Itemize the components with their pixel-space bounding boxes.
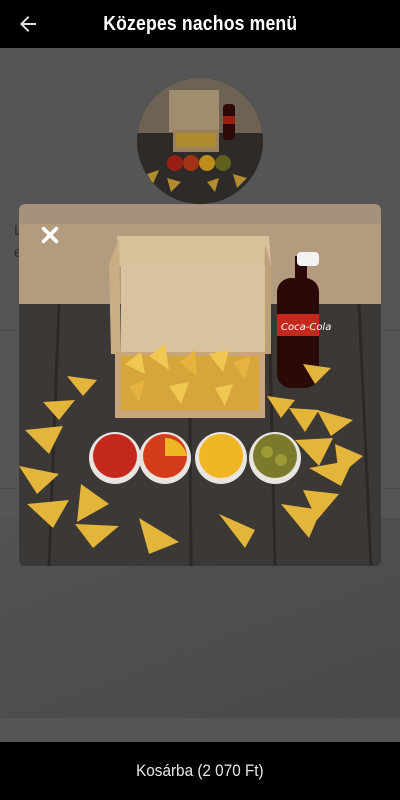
image-lightbox: Coca-Cola <box>19 204 381 566</box>
svg-text:Coca-Cola: Coca-Cola <box>281 322 331 333</box>
arrow-left-icon[interactable] <box>16 12 40 36</box>
add-to-cart-label: Kosárba (2 070 Ft) <box>136 761 264 780</box>
app-header: Közepes nachos menü <box>0 0 400 48</box>
page-title: Közepes nachos menü <box>102 12 298 35</box>
add-to-cart-button[interactable]: Kosárba (2 070 Ft) <box>0 742 400 800</box>
product-photo: Coca-Cola <box>19 204 381 566</box>
close-icon[interactable] <box>39 224 61 246</box>
